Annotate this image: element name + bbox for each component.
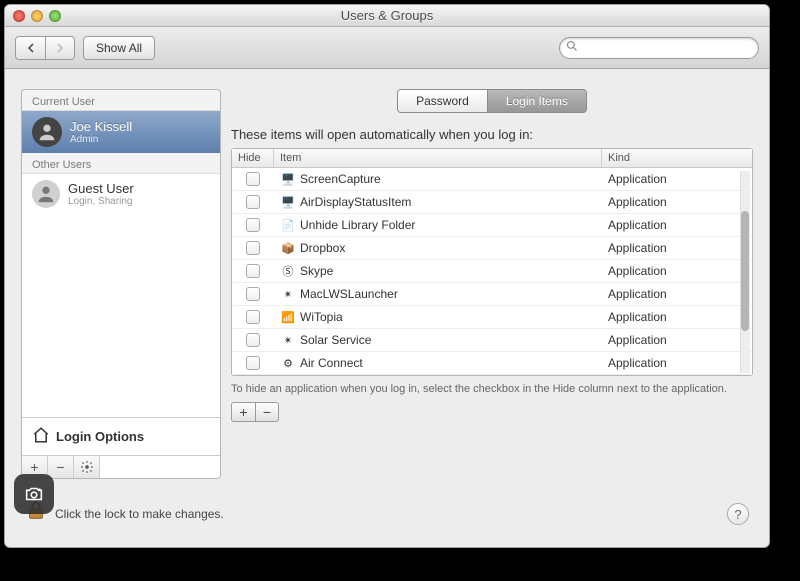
login-items-table: Hide Item Kind 🖥️ ScreenCapture Applicatio… xyxy=(231,148,753,376)
minimize-button[interactable] xyxy=(31,10,43,22)
app-icon: Ⓢ xyxy=(280,263,296,279)
hide-checkbox[interactable] xyxy=(246,310,260,324)
app-icon: ⚙ xyxy=(280,355,296,371)
table-row[interactable]: 📄 Unhide Library Folder Application xyxy=(232,214,752,237)
item-kind: Application xyxy=(602,262,752,280)
table-row[interactable]: 🖥️ AirDisplayStatusItem Application xyxy=(232,191,752,214)
close-button[interactable] xyxy=(13,10,25,22)
item-kind: Application xyxy=(602,354,752,372)
users-sidebar: Current User Joe Kissell Admin Other Use… xyxy=(21,89,221,479)
sidebar-actions-button[interactable] xyxy=(74,456,100,478)
user-role: Admin xyxy=(70,134,132,145)
user-name: Guest User xyxy=(68,182,134,196)
prefs-window: Users & Groups Show All Current User xyxy=(4,4,770,548)
show-all-button[interactable]: Show All xyxy=(83,36,155,60)
search-field[interactable] xyxy=(559,37,759,59)
login-options-button[interactable]: Login Options xyxy=(22,417,220,456)
lens-overlay-badge[interactable] xyxy=(14,474,54,514)
avatar xyxy=(32,180,60,208)
search-icon xyxy=(566,40,582,55)
table-row[interactable]: ✴︎ MacLWSLauncher Application xyxy=(232,283,752,306)
hide-checkbox[interactable] xyxy=(246,356,260,370)
item-name: ScreenCapture xyxy=(300,172,381,186)
app-icon: 📄 xyxy=(280,217,296,233)
item-kind: Application xyxy=(602,216,752,234)
app-icon: 📦 xyxy=(280,240,296,256)
window-title: Users & Groups xyxy=(5,8,769,23)
back-button[interactable] xyxy=(15,36,45,60)
sidebar-edit-buttons: + − xyxy=(22,456,220,478)
item-name: AirDisplayStatusItem xyxy=(300,195,411,209)
lock-text: Click the lock to make changes. xyxy=(55,507,224,521)
hide-checkbox[interactable] xyxy=(246,172,260,186)
hide-hint-text: To hide an application when you log in, … xyxy=(231,382,753,396)
hide-checkbox[interactable] xyxy=(246,218,260,232)
app-icon: ✴︎ xyxy=(280,332,296,348)
zoom-button[interactable] xyxy=(49,10,61,22)
table-row[interactable]: 📶 WiTopia Application xyxy=(232,306,752,329)
item-kind: Application xyxy=(602,308,752,326)
login-items-heading: These items will open automatically when… xyxy=(231,127,753,142)
item-name: Skype xyxy=(300,264,333,278)
house-icon xyxy=(32,426,50,447)
sidebar-user-guest[interactable]: Guest User Login, Sharing xyxy=(22,174,220,214)
app-icon: 🖥️ xyxy=(280,194,296,210)
item-name: Unhide Library Folder xyxy=(300,218,415,232)
scrollbar-track[interactable] xyxy=(740,171,750,373)
tab-group: Password Login Items xyxy=(397,89,587,113)
item-name: MacLWSLauncher xyxy=(300,287,398,301)
camera-lens-icon xyxy=(23,483,45,505)
toolbar: Show All xyxy=(5,27,769,69)
tab-password[interactable]: Password xyxy=(398,90,487,112)
item-kind: Application xyxy=(602,170,752,188)
item-name: WiTopia xyxy=(300,310,343,324)
item-name: Air Connect xyxy=(300,356,363,370)
avatar xyxy=(32,117,62,147)
table-row[interactable]: 🖥️ ScreenCapture Application xyxy=(232,168,752,191)
col-kind[interactable]: Kind xyxy=(602,149,752,167)
remove-user-button[interactable]: − xyxy=(48,456,74,478)
table-row[interactable]: ✴︎ Solar Service Application xyxy=(232,329,752,352)
login-options-label: Login Options xyxy=(56,429,144,444)
hide-checkbox[interactable] xyxy=(246,333,260,347)
nav-back-forward xyxy=(15,36,75,60)
item-name: Dropbox xyxy=(300,241,345,255)
remove-login-item-button[interactable]: − xyxy=(255,402,279,422)
add-login-item-button[interactable]: + xyxy=(231,402,255,422)
sidebar-header-current: Current User xyxy=(22,90,220,111)
col-hide[interactable]: Hide xyxy=(232,149,274,167)
forward-button[interactable] xyxy=(45,36,75,60)
hide-checkbox[interactable] xyxy=(246,287,260,301)
hide-checkbox[interactable] xyxy=(246,195,260,209)
user-role: Login, Sharing xyxy=(68,196,134,207)
item-kind: Application xyxy=(602,239,752,257)
app-icon: 📶 xyxy=(280,309,296,325)
tab-login-items[interactable]: Login Items xyxy=(487,90,586,112)
item-kind: Application xyxy=(602,285,752,303)
app-icon: 🖥️ xyxy=(280,171,296,187)
item-name: Solar Service xyxy=(300,333,371,347)
col-item[interactable]: Item xyxy=(274,149,602,167)
table-row[interactable]: ⚙ Air Connect Application xyxy=(232,352,752,375)
window-controls xyxy=(13,10,61,22)
help-button[interactable]: ? xyxy=(727,503,749,525)
search-input[interactable] xyxy=(582,41,752,55)
item-kind: Application xyxy=(602,331,752,349)
sidebar-user-current[interactable]: Joe Kissell Admin xyxy=(22,111,220,153)
footer: Click the lock to make changes. ? xyxy=(5,489,769,547)
app-icon: ✴︎ xyxy=(280,286,296,302)
gear-icon xyxy=(80,460,94,474)
scrollbar-thumb[interactable] xyxy=(741,211,749,331)
sidebar-header-other: Other Users xyxy=(22,153,220,174)
titlebar: Users & Groups xyxy=(5,5,769,27)
table-row[interactable]: 📦 Dropbox Application xyxy=(232,237,752,260)
table-row[interactable]: Ⓢ Skype Application xyxy=(232,260,752,283)
hide-checkbox[interactable] xyxy=(246,264,260,278)
user-name: Joe Kissell xyxy=(70,120,132,134)
item-kind: Application xyxy=(602,193,752,211)
main-panel: Password Login Items These items will op… xyxy=(231,89,753,479)
hide-checkbox[interactable] xyxy=(246,241,260,255)
